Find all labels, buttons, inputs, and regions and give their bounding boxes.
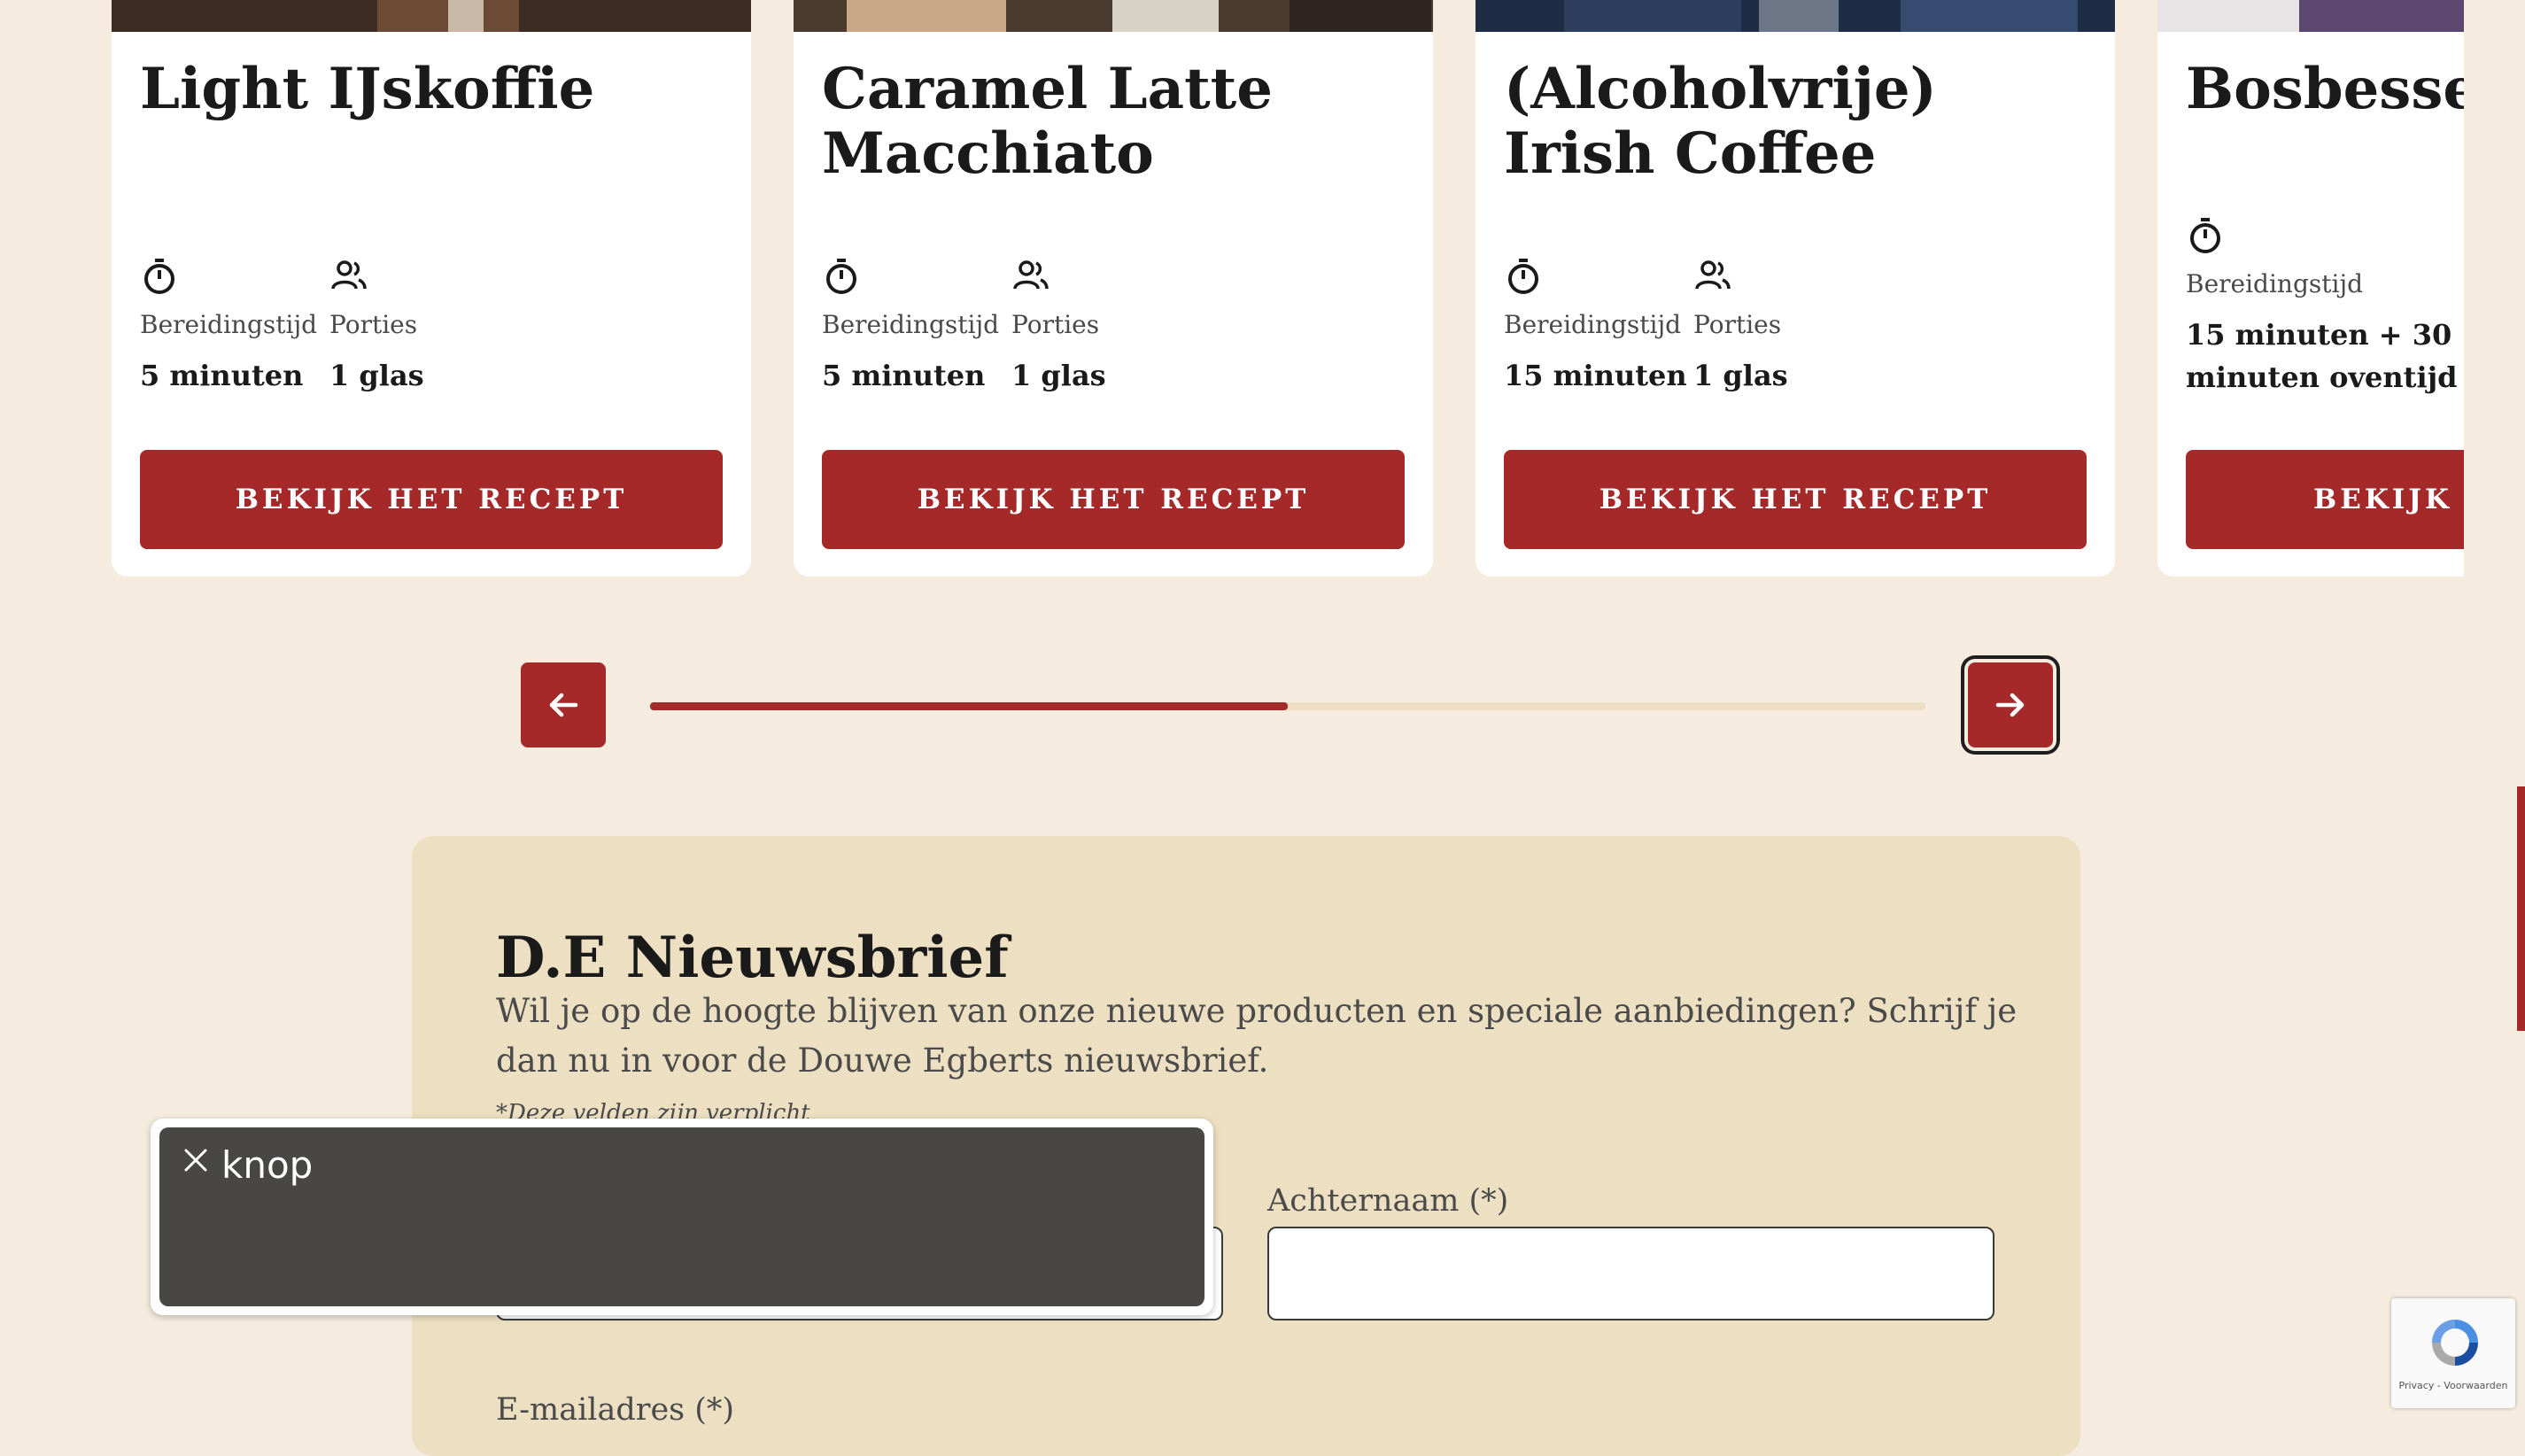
recipe-image[interactable] — [112, 0, 751, 32]
lastname-label: Achternaam (*) — [1267, 1183, 1509, 1219]
stopwatch-icon — [144, 259, 174, 294]
close-icon[interactable] — [182, 1147, 209, 1173]
prep-time-label: Bereidingstijd — [2186, 269, 2364, 298]
recipe-image[interactable] — [1475, 0, 2115, 32]
recipe-title[interactable]: Light IJskoffie — [140, 57, 730, 121]
tooltip-text: knop — [221, 1143, 314, 1187]
prep-time: Bereidingstijd 5 minuten — [822, 257, 999, 392]
recipe-carousel: Light IJskoffie Bereidingstijd 5 minuten… — [0, 0, 2464, 585]
carousel-progress-fill — [650, 702, 1288, 710]
recaptcha-icon — [2432, 1320, 2478, 1366]
view-recipe-button[interactable]: BEKIJK HET RECEPT — [1504, 450, 2087, 549]
prep-time-value: 15 minuten — [1504, 359, 1687, 392]
people-icon — [1013, 260, 1049, 290]
arrow-right-icon — [1995, 693, 2025, 717]
newsletter-description: Wil je op de hoogte blijven van onze nie… — [496, 992, 2018, 1080]
people-icon — [331, 260, 367, 290]
lastname-field[interactable] — [1267, 1227, 1994, 1320]
prep-time-value: 5 minuten — [822, 359, 986, 392]
carousel-next-button[interactable] — [1968, 662, 2053, 747]
portions: Porties 1 glas — [329, 257, 424, 392]
portions-value: 1 glas — [1011, 359, 1106, 392]
recipe-card: Bosbessen kruimeltaart Bereidingstijd 15… — [2157, 0, 2464, 577]
portions: Porties 1 glas — [1693, 257, 1788, 392]
carousel-prev-button[interactable] — [521, 662, 606, 747]
stopwatch-icon — [2190, 218, 2220, 253]
recipe-title[interactable]: Caramel Latte Macchiato — [822, 57, 1412, 186]
prep-time-label: Bereidingstijd — [140, 310, 318, 339]
recipe-card: (Alcoholvrije) Irish Coffee Bereidingsti… — [1475, 0, 2115, 577]
portions: Porties 1 glas — [1011, 257, 1106, 392]
prep-time-value: 15 minuten + 30 minuten oventijd — [2186, 318, 2458, 394]
prep-time: Bereidingstijd 15 minuten + 30 minuten o… — [2186, 216, 2458, 394]
portions-label: Porties — [329, 310, 418, 339]
prep-time: Bereidingstijd 15 minuten — [1504, 257, 1687, 392]
recipe-image[interactable] — [794, 0, 1433, 32]
recipe-title[interactable]: (Alcoholvrije) Irish Coffee — [1504, 57, 2094, 186]
carousel-progress-track — [650, 702, 1925, 710]
portions-value: 1 glas — [1693, 359, 1788, 392]
screenreader-tooltip: knop — [151, 1119, 1213, 1315]
recipe-card: Light IJskoffie Bereidingstijd 5 minuten… — [112, 0, 751, 577]
prep-time: Bereidingstijd 5 minuten — [140, 257, 317, 392]
arrow-left-icon — [549, 693, 578, 717]
prep-time-label: Bereidingstijd — [1504, 310, 1682, 339]
stopwatch-icon — [826, 259, 856, 294]
recaptcha-links[interactable]: Privacy - Voorwaarden — [2391, 1380, 2515, 1391]
recipe-image[interactable] — [2157, 0, 2464, 32]
portions-label: Porties — [1011, 310, 1100, 339]
recipe-card: Caramel Latte Macchiato Bereidingstijd 5… — [794, 0, 1433, 577]
stopwatch-icon — [1508, 259, 1538, 294]
email-label: E-mailadres (*) — [496, 1392, 735, 1428]
prep-time-label: Bereidingstijd — [822, 310, 1000, 339]
prep-time-value: 5 minuten — [140, 359, 304, 392]
page-scrollbar[interactable] — [2517, 786, 2525, 1031]
recaptcha-badge[interactable]: Privacy - Voorwaarden — [2391, 1298, 2515, 1408]
recipe-title[interactable]: Bosbessen kruimeltaart — [2186, 57, 2464, 121]
view-recipe-button[interactable]: BEKIJK HET RECEPT — [140, 450, 723, 549]
portions-label: Porties — [1693, 310, 1782, 339]
newsletter-title: D.E Nieuwsbrief — [496, 925, 1009, 991]
tooltip-body: knop — [159, 1127, 1204, 1306]
view-recipe-button[interactable]: BEKIJK HET RECEPT — [822, 450, 1405, 549]
people-icon — [1695, 260, 1731, 290]
view-recipe-button[interactable]: BEKIJK HET RECEPT — [2186, 450, 2464, 549]
portions-value: 1 glas — [329, 359, 424, 392]
